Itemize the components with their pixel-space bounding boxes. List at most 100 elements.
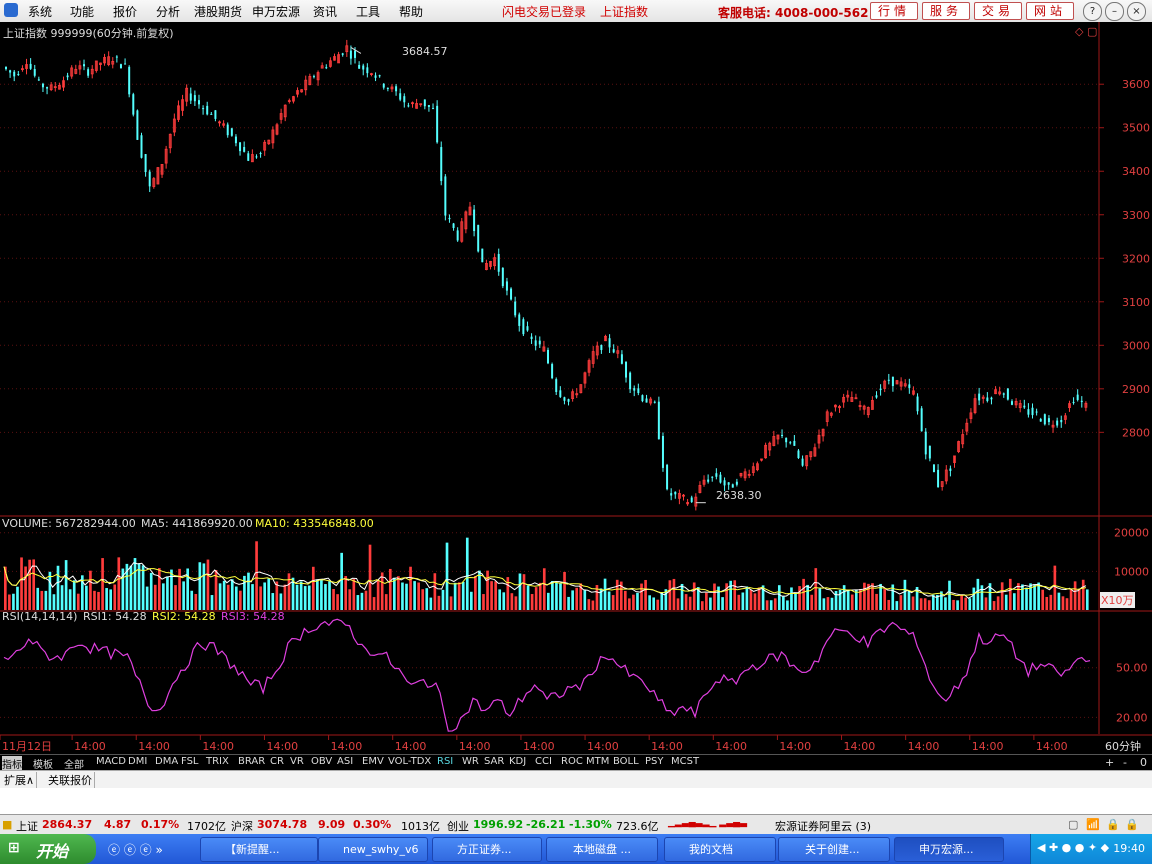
menu-system[interactable]: 系统: [28, 3, 52, 20]
tab-boll[interactable]: BOLL: [613, 756, 639, 767]
candle-body: [440, 147, 443, 182]
x-tick-label: 14:00: [74, 740, 106, 753]
tab-dma[interactable]: DMA: [155, 756, 178, 767]
task-local-disk[interactable]: 本地磁盘 ...: [546, 837, 658, 862]
volume-ma5-label: MA5: 441869920.00: [141, 517, 253, 530]
tab-templates[interactable]: 模板: [33, 756, 53, 771]
tab-indicators[interactable]: 指标: [2, 756, 22, 771]
window-icon[interactable]: ▢: [1068, 818, 1078, 831]
candle-body: [230, 128, 233, 136]
tab-cr[interactable]: CR: [270, 756, 284, 767]
hotline-text: 客服电话: 4008-000-562: [718, 6, 869, 20]
tab-extend[interactable]: 扩展∧: [2, 772, 38, 788]
candle-body: [735, 481, 738, 485]
volume-bar: [737, 594, 741, 610]
close-icon[interactable]: ×: [1127, 2, 1146, 21]
zoom-in-button[interactable]: +: [1105, 756, 1114, 769]
zoom-out-button[interactable]: -: [1123, 756, 1127, 769]
volume-bar: [384, 594, 388, 610]
volume-bar: [615, 579, 619, 610]
menu-help[interactable]: 帮助: [399, 3, 423, 20]
index-link[interactable]: 上证指数: [600, 3, 648, 20]
server-status[interactable]: 宏源证券阿里云 (3): [775, 818, 871, 834]
volume-bar: [1041, 589, 1045, 610]
volume-bar: [607, 591, 611, 610]
volume-bar: [1033, 584, 1036, 610]
tab-rsi[interactable]: RSI: [437, 756, 453, 767]
task-my-documents[interactable]: 我的文档: [664, 837, 776, 862]
task-about-create[interactable]: 关于创建...: [778, 837, 890, 862]
hs-name[interactable]: 沪深: [231, 818, 253, 834]
zoom-reset-button[interactable]: 0: [1140, 756, 1147, 769]
minimize-icon[interactable]: –: [1105, 2, 1124, 21]
menu-news[interactable]: 资讯: [313, 3, 337, 20]
tab-macd[interactable]: MACD: [96, 756, 126, 767]
chart-area[interactable]: 3600 3500 3400 3300 3200 3100 3000 2900 2800 2000…: [0, 22, 1152, 754]
tab-emv[interactable]: EMV: [362, 756, 384, 767]
cy-name[interactable]: 创业: [447, 818, 469, 834]
tab-vol-tdx[interactable]: VOL-TDX: [388, 756, 431, 767]
tab-asi[interactable]: ASI: [337, 756, 353, 767]
tab-wr[interactable]: WR: [462, 756, 479, 767]
task-swhy-folder[interactable]: new_swhy_v6: [318, 837, 428, 862]
website-button[interactable]: 网站: [1026, 2, 1074, 20]
candle-body: [312, 76, 315, 78]
rsi-line: [3, 618, 1091, 732]
menu-quote[interactable]: 报价: [113, 3, 137, 20]
market-button[interactable]: 行情: [870, 2, 918, 20]
trade-button[interactable]: 交易: [974, 2, 1022, 20]
lock-icon[interactable]: 🔒: [1106, 818, 1120, 831]
menu-shenwan[interactable]: 申万宏源: [252, 3, 300, 20]
volume-bar: [895, 601, 899, 610]
panel-toggle-icon[interactable]: ◇ ▢: [1075, 25, 1097, 38]
menu-function[interactable]: 功能: [70, 3, 94, 20]
volume-bar: [433, 573, 437, 610]
candle-body: [563, 397, 566, 401]
tab-brar[interactable]: BRAR: [238, 756, 265, 767]
login-status[interactable]: 闪电交易已登录: [502, 3, 586, 20]
candle-body: [395, 86, 398, 92]
candle-body: [653, 401, 656, 403]
task-founder-securities[interactable]: 方正证券...: [432, 837, 542, 862]
candle-body: [887, 379, 890, 381]
tab-vr[interactable]: VR: [290, 756, 304, 767]
tab-obv[interactable]: OBV: [311, 756, 332, 767]
tab-mcst[interactable]: MCST: [671, 756, 699, 767]
start-button[interactable]: ⊞ 开始: [0, 834, 96, 864]
tab-cci[interactable]: CCI: [535, 756, 552, 767]
menu-tools[interactable]: 工具: [356, 3, 380, 20]
tray-icons[interactable]: ◀ ✚ ● ● ✦ ◆: [1037, 841, 1109, 854]
tab-fsl[interactable]: FSL: [181, 756, 199, 767]
candle-body: [625, 361, 628, 378]
volume-bar: [344, 576, 348, 610]
tab-mtm[interactable]: MTM: [586, 756, 609, 767]
lock2-icon[interactable]: 🔒: [1125, 818, 1139, 831]
service-button[interactable]: 服务: [922, 2, 970, 20]
sh-name[interactable]: 上证: [16, 818, 38, 834]
candle-body: [928, 445, 931, 459]
period-label[interactable]: 60分钟: [1105, 738, 1141, 754]
volume-bar: [1045, 596, 1049, 610]
help-icon[interactable]: ?: [1083, 2, 1102, 21]
task-shenwan[interactable]: 申万宏源...: [894, 837, 1004, 862]
volume-bar: [636, 592, 639, 610]
signal-icon[interactable]: 📶: [1086, 818, 1100, 831]
tab-sar[interactable]: SAR: [484, 756, 504, 767]
quicklaunch-ie-icon[interactable]: ⓔ ⓔ ⓔ »: [108, 841, 163, 858]
tab-trix[interactable]: TRIX: [206, 756, 229, 767]
volume-bar: [364, 590, 368, 610]
tab-roc[interactable]: ROC: [561, 756, 583, 767]
candle-body: [715, 473, 718, 477]
candle-body: [144, 154, 147, 173]
candle-body: [547, 349, 549, 364]
menu-analysis[interactable]: 分析: [156, 3, 180, 20]
tab-related-quotes[interactable]: 关联报价: [46, 772, 95, 788]
menu-hk-futures[interactable]: 港股期货: [194, 3, 242, 20]
task-alert[interactable]: 【新提醒...: [200, 837, 318, 862]
tab-psy[interactable]: PSY: [645, 756, 664, 767]
tab-dmi[interactable]: DMI: [128, 756, 147, 767]
tab-all[interactable]: 全部: [64, 756, 84, 771]
tab-kdj[interactable]: KDJ: [509, 756, 526, 767]
volume-bar: [1037, 582, 1040, 610]
price-chart[interactable]: 3600 3500 3400 3300 3200 3100 3000 2900 2800 2000…: [0, 22, 1152, 754]
